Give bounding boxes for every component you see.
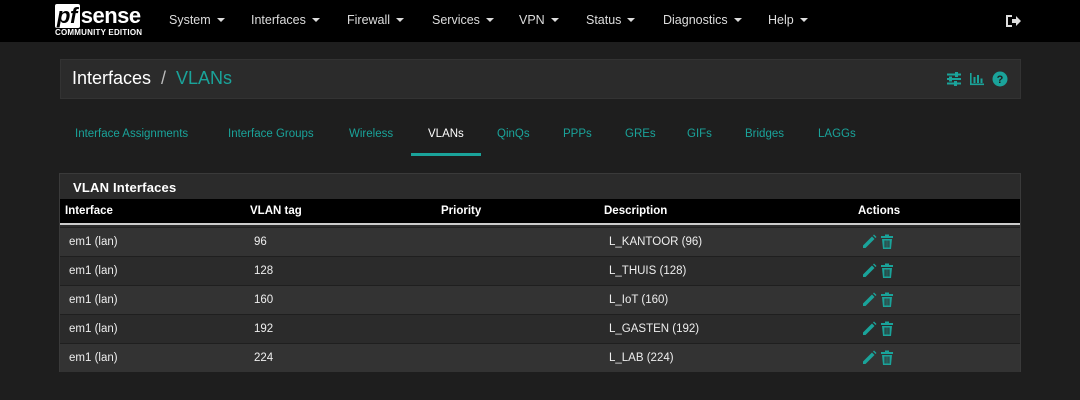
cell-interface: em1 (lan)	[69, 352, 118, 364]
breadcrumb-section[interactable]: Interfaces	[72, 68, 151, 89]
tab-laggs[interactable]: LAGGs	[818, 128, 856, 140]
column-priority: Priority	[441, 205, 482, 217]
caret-down-icon	[311, 17, 320, 22]
nav-label: Services	[432, 13, 480, 27]
nav-label: Firewall	[347, 13, 391, 27]
caret-down-icon	[550, 17, 559, 22]
page-header: Interfaces / VLANs ?	[60, 59, 1021, 99]
help-icon[interactable]: ?	[992, 71, 1008, 87]
pencil-icon[interactable]	[861, 292, 877, 308]
caret-down-icon	[485, 17, 494, 22]
nav-label: VPN	[519, 13, 545, 27]
nav-menu-services[interactable]: Services	[432, 0, 494, 42]
logo-edition: COMMUNITY EDITION	[55, 28, 143, 37]
cell-description: L_IoT (160)	[609, 294, 669, 306]
trash-icon[interactable]	[879, 350, 895, 366]
cell-vlan-tag: 160	[254, 294, 274, 306]
cell-vlan-tag: 96	[254, 236, 267, 248]
pencil-icon[interactable]	[861, 350, 877, 366]
cell-description: L_LAB (224)	[609, 352, 674, 364]
table-row[interactable]: em1 (lan) 96 L_KANTOOR (96)	[60, 227, 1020, 256]
nav-menu-interfaces[interactable]: Interfaces	[251, 0, 320, 42]
trash-icon[interactable]	[879, 292, 895, 308]
cell-description: L_GASTEN (192)	[609, 323, 700, 335]
logo-prefix: pf	[55, 4, 80, 28]
nav-menu-vpn[interactable]: VPN	[519, 0, 559, 42]
column-interface: Interface	[65, 205, 113, 217]
cell-interface: em1 (lan)	[69, 323, 118, 335]
breadcrumb-separator: /	[161, 68, 167, 88]
trash-icon[interactable]	[879, 234, 895, 250]
breadcrumb-page[interactable]: VLANs	[176, 68, 232, 89]
cell-vlan-tag: 224	[254, 352, 274, 364]
column-actions: Actions	[858, 205, 901, 217]
nav-label: Interfaces	[251, 13, 306, 27]
tab-wireless[interactable]: Wireless	[349, 128, 393, 140]
table-row[interactable]: em1 (lan) 128 L_THUIS (128)	[60, 256, 1020, 285]
nav-label: Help	[768, 13, 794, 27]
caret-down-icon	[799, 17, 808, 22]
cell-interface: em1 (lan)	[69, 265, 118, 277]
cell-vlan-tag: 128	[254, 265, 274, 277]
nav-menu-diagnostics[interactable]: Diagnostics	[663, 0, 742, 42]
active-tab-indicator	[411, 153, 481, 156]
tab-gres[interactable]: GREs	[625, 128, 656, 140]
tab-vlans[interactable]: VLANs	[428, 128, 464, 140]
nav-label: System	[169, 13, 211, 27]
tab-interface-groups[interactable]: Interface Groups	[228, 128, 314, 140]
pfsense-logo[interactable]: pf sense COMMUNITY EDITION	[55, 4, 147, 38]
cell-description: L_THUIS (128)	[609, 265, 687, 277]
cell-vlan-tag: 192	[254, 323, 274, 335]
vlan-interfaces-panel: VLAN Interfaces Interface VLAN tag Prior…	[59, 173, 1021, 372]
nav-menu-help[interactable]: Help	[768, 0, 808, 42]
table-header: Interface VLAN tag Priority Description …	[60, 199, 1020, 225]
tab-interface-assignments[interactable]: Interface Assignments	[75, 128, 188, 140]
nav-menu-firewall[interactable]: Firewall	[347, 0, 405, 42]
cell-description: L_KANTOOR (96)	[609, 236, 703, 248]
column-vlan-tag: VLAN tag	[250, 205, 302, 217]
tab-ppps[interactable]: PPPs	[563, 128, 592, 140]
pencil-icon[interactable]	[861, 234, 877, 250]
sign-out-icon[interactable]	[1004, 12, 1022, 30]
trash-icon[interactable]	[879, 321, 895, 337]
nav-menu-status[interactable]: Status	[586, 0, 636, 42]
logo-wordmark: pf sense	[55, 4, 141, 28]
caret-down-icon	[396, 17, 405, 22]
table-row[interactable]: em1 (lan) 160 L_IoT (160)	[60, 285, 1020, 314]
tab-bridges[interactable]: Bridges	[745, 128, 784, 140]
svg-text:?: ?	[997, 74, 1004, 86]
tab-gifs[interactable]: GIFs	[687, 128, 712, 140]
cell-interface: em1 (lan)	[69, 236, 118, 248]
column-description: Description	[604, 205, 668, 217]
top-navbar: pf sense COMMUNITY EDITION System Interfa…	[0, 0, 1080, 42]
caret-down-icon	[216, 17, 225, 22]
pencil-icon[interactable]	[861, 321, 877, 337]
caret-down-icon	[733, 17, 742, 22]
logo-name: sense	[80, 3, 141, 28]
panel-title: VLAN Interfaces	[73, 180, 177, 195]
nav-label: Status	[586, 13, 622, 27]
cell-interface: em1 (lan)	[69, 294, 118, 306]
table-row[interactable]: em1 (lan) 192 L_GASTEN (192)	[60, 314, 1020, 343]
caret-down-icon	[627, 17, 636, 22]
table-row[interactable]: em1 (lan) 224 L_LAB (224)	[60, 343, 1020, 372]
bar-chart-icon[interactable]	[969, 71, 985, 87]
trash-icon[interactable]	[879, 263, 895, 279]
sliders-icon[interactable]	[946, 71, 962, 87]
nav-menu-system[interactable]: System	[169, 0, 225, 42]
nav-label: Diagnostics	[663, 13, 728, 27]
tab-qinqs[interactable]: QinQs	[497, 128, 530, 140]
pencil-icon[interactable]	[861, 263, 877, 279]
